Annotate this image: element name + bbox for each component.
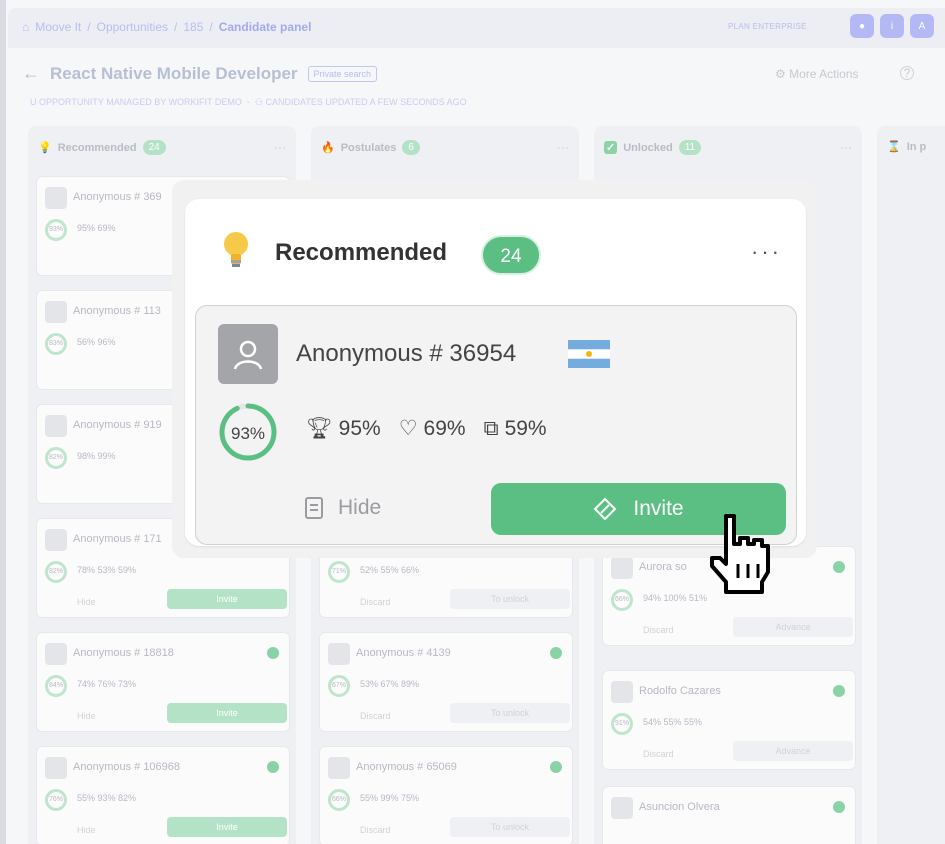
candidate-card[interactable]: Anonymous # 36954 93% 🏆︎95% ♡69% ⧉59% <box>195 305 797 545</box>
candidate-stats: 🏆︎ 95% ♡ 69% ⧉ 59% <box>306 416 547 441</box>
column-menu-icon[interactable]: ··· <box>840 140 852 154</box>
puzzle-value: 59% <box>504 416 547 440</box>
candidate-card[interactable]: Anonymous # 106968 76% 55% 93% 82% Hide Invi… <box>36 746 290 844</box>
trophy-value: 95% <box>338 416 381 440</box>
candidate-card[interactable]: Asuncion Olvera <box>602 786 856 844</box>
app-window: ⌂ Moove It / Opportunities/ 185/ Candidat… <box>0 0 945 844</box>
match-score-ring: 93% <box>219 403 277 461</box>
user-avatar-icon <box>233 340 263 370</box>
candidate-card[interactable]: Anonymous # 18818 84% 74% 76% 73% Hide Invit… <box>36 632 290 732</box>
home-icon[interactable]: ⌂ <box>22 20 29 34</box>
breadcrumb-section[interactable]: Opportunities <box>97 20 168 34</box>
info-icon[interactable]: i <box>880 14 904 38</box>
breadcrumb-id[interactable]: 185 <box>183 20 203 34</box>
column-count-badge: 24 <box>481 235 541 275</box>
notifications-icon[interactable]: ● <box>850 14 874 38</box>
bulb-icon <box>224 232 248 267</box>
document-icon <box>305 497 323 519</box>
recommended-column-zoom: Recommended 24 ··· Anonymous # 36954 93% <box>185 199 806 546</box>
trophy-icon: 🏆︎ <box>306 416 333 440</box>
plan-label: PLAN ENTERPRISE <box>728 22 807 31</box>
heart-value: 69% <box>423 416 466 440</box>
page-header: ← React Native Mobile Developer Private … <box>22 63 378 84</box>
breadcrumb-home[interactable]: Moove It <box>35 20 81 34</box>
fire-icon: 🔥 <box>321 142 335 154</box>
more-actions-button[interactable]: ⚙ More Actions <box>775 67 858 81</box>
help-icon[interactable]: ? <box>900 66 914 80</box>
column-menu-icon[interactable]: ··· <box>274 140 286 154</box>
private-search-badge: Private search <box>307 65 378 82</box>
top-icons: ● i A <box>850 14 934 38</box>
hide-button[interactable]: Hide <box>304 496 381 520</box>
user-icon[interactable]: A <box>910 14 934 38</box>
argentina-flag-icon <box>568 340 610 368</box>
bulb-icon: 💡 <box>38 142 52 154</box>
breadcrumb: ⌂ Moove It / Opportunities/ 185/ Candidat… <box>22 20 312 34</box>
breadcrumb-current: Candidate panel <box>218 20 312 34</box>
hourglass-icon: ⌛ <box>887 141 901 153</box>
check-icon: ✓ <box>604 141 618 154</box>
ticket-icon <box>593 497 617 521</box>
avatar <box>218 324 278 384</box>
puzzle-icon: ⧉ <box>483 416 499 440</box>
page-subline: U OPPORTUNITY MANAGED BY WORKIFIT DEMO -… <box>30 97 467 107</box>
person-icon: ⚇ <box>254 97 263 107</box>
column-menu-icon[interactable]: ··· <box>557 140 569 154</box>
candidate-card[interactable]: Anonymous # 4139 67% 53% 67% 89% Discard To … <box>319 632 573 732</box>
heart-icon: ♡ <box>398 417 418 440</box>
candidate-name[interactable]: Anonymous # 36954 <box>296 340 516 368</box>
match-score-value: 93% <box>231 424 265 443</box>
magnet-icon: U <box>30 97 37 107</box>
column-in-process: ⌛ In p <box>877 126 945 844</box>
page-title: React Native Mobile Developer <box>50 63 298 83</box>
back-arrow-icon[interactable]: ← <box>22 63 40 84</box>
left-edge <box>0 0 6 844</box>
hand-pointer-cursor-icon <box>710 514 770 594</box>
candidate-card[interactable]: Anonymous # 65069 66% 55% 99% 75% Discard To… <box>319 746 573 844</box>
column-menu-icon[interactable]: ··· <box>751 239 782 265</box>
column-title: Recommended <box>275 239 448 266</box>
candidate-card[interactable]: Rodolfo Cazares 91% 54% 55% 55% Discard Adva… <box>602 670 856 770</box>
